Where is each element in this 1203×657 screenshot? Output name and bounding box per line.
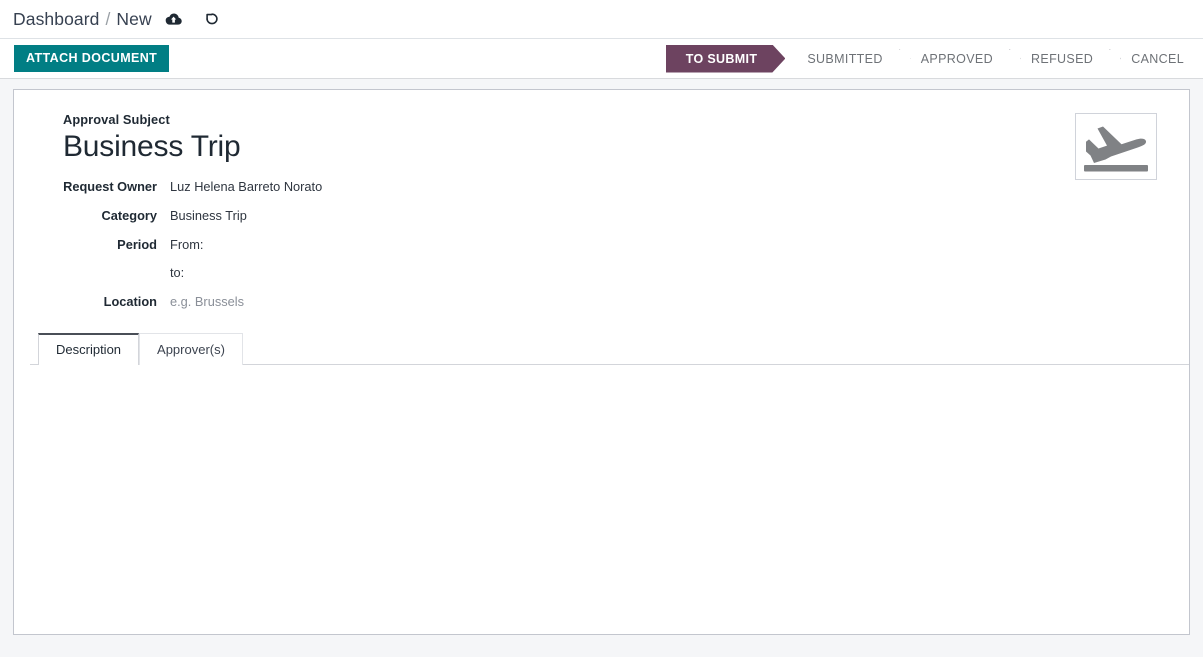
status-step-refused[interactable]: REFUSED: [1009, 45, 1109, 73]
status-step-submitted[interactable]: SUBMITTED: [785, 45, 898, 73]
status-step-approved[interactable]: APPROVED: [899, 45, 1009, 73]
tab-description[interactable]: Description: [38, 332, 140, 365]
status-step-label: CANCEL: [1131, 51, 1184, 66]
tab-panel-description[interactable]: [30, 364, 1189, 593]
tab-label: Description: [56, 341, 122, 357]
status-step-label: REFUSED: [1031, 51, 1094, 66]
notebook-tabs: Description Approver(s): [30, 332, 1189, 365]
notebook: Description Approver(s): [30, 332, 1189, 593]
status-bar: TO SUBMIT SUBMITTED APPROVED REFUSED CAN…: [666, 45, 1190, 73]
breadcrumb-actions: [165, 10, 221, 28]
status-step-to-submit[interactable]: TO SUBMIT: [666, 45, 786, 73]
breadcrumb-bar: Dashboard / New: [0, 0, 1203, 39]
field-value-request-owner[interactable]: Luz Helena Barreto Norato: [170, 178, 322, 196]
period-from[interactable]: From:: [170, 236, 203, 254]
breadcrumb-current: New: [116, 8, 152, 29]
status-step-label: APPROVED: [920, 51, 993, 66]
status-step-label: TO SUBMIT: [685, 51, 758, 66]
period-values: From: to:: [170, 236, 203, 282]
approval-subject-value[interactable]: Business Trip: [63, 130, 1165, 164]
field-label: Location: [103, 293, 157, 309]
breadcrumb-separator: /: [105, 8, 111, 29]
location-input[interactable]: e.g. Brussels: [170, 293, 244, 311]
undo-arrow-icon[interactable]: [203, 10, 221, 28]
form-sheet: Approval Subject Business Trip Request O…: [13, 89, 1190, 635]
field-row-category: Category Business Trip: [38, 207, 1165, 225]
status-step-cancel[interactable]: CANCEL: [1109, 45, 1190, 73]
airplane-takeoff-icon: [1081, 119, 1151, 174]
period-to[interactable]: to:: [170, 264, 203, 282]
field-label: Request Owner: [63, 178, 157, 194]
breadcrumb-root[interactable]: Dashboard: [13, 9, 100, 30]
field-label: Category: [101, 207, 157, 223]
approval-subject-label: Approval Subject: [63, 112, 170, 127]
control-panel: ATTACH DOCUMENT TO SUBMIT SUBMITTED APPR…: [0, 39, 1203, 79]
cloud-upload-icon[interactable]: [165, 10, 183, 28]
field-row-period: Period From: to:: [38, 236, 1165, 282]
field-row-request-owner: Request Owner Luz Helena Barreto Norato: [38, 178, 1165, 196]
sheet-wrapper: Approval Subject Business Trip Request O…: [0, 79, 1203, 635]
attach-document-button[interactable]: ATTACH DOCUMENT: [14, 45, 170, 72]
field-row-location: Location e.g. Brussels: [38, 293, 1165, 311]
field-label: Period: [117, 236, 157, 252]
field-value-category[interactable]: Business Trip: [170, 207, 247, 225]
form-fields: Request Owner Luz Helena Barreto Norato …: [38, 178, 1165, 311]
status-step-label: SUBMITTED: [807, 51, 883, 66]
tab-approvers[interactable]: Approver(s): [139, 332, 243, 365]
approval-image-box[interactable]: [1075, 113, 1157, 180]
tab-label: Approver(s): [157, 341, 225, 357]
